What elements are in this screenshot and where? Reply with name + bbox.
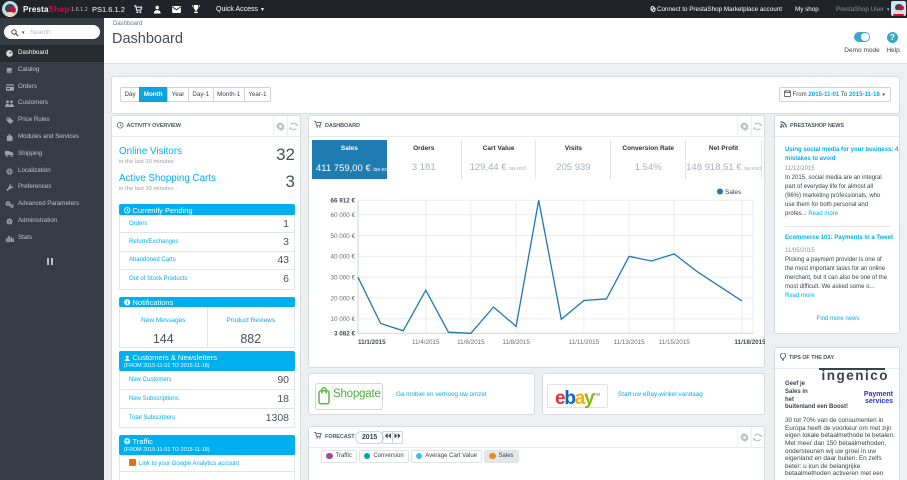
svg-text:11/4/2015: 11/4/2015 — [412, 339, 440, 346]
svg-text:11/6/2015: 11/6/2015 — [457, 339, 485, 346]
svg-text:11/18/2015: 11/18/2015 — [734, 339, 765, 346]
svg-text:10 000 €: 10 000 € — [330, 316, 355, 323]
svg-text:30 000 €: 30 000 € — [330, 275, 355, 282]
svg-text:11/1/2015: 11/1/2015 — [358, 339, 386, 346]
svg-text:60 000 €: 60 000 € — [330, 212, 355, 219]
svg-text:11/15/2015: 11/15/2015 — [659, 339, 691, 346]
svg-text:50 000 €: 50 000 € — [330, 233, 355, 240]
svg-text:20 000 €: 20 000 € — [330, 295, 355, 302]
svg-text:11/13/2015: 11/13/2015 — [614, 339, 646, 346]
svg-text:11/11/2015: 11/11/2015 — [569, 339, 600, 346]
svg-text:40 000 €: 40 000 € — [330, 254, 355, 261]
svg-text:66 912 €: 66 912 € — [330, 198, 355, 205]
svg-text:11/8/2015: 11/8/2015 — [502, 339, 530, 346]
svg-text:3 082 €: 3 082 € — [334, 331, 356, 338]
svg-text:Sales: Sales — [725, 189, 742, 196]
